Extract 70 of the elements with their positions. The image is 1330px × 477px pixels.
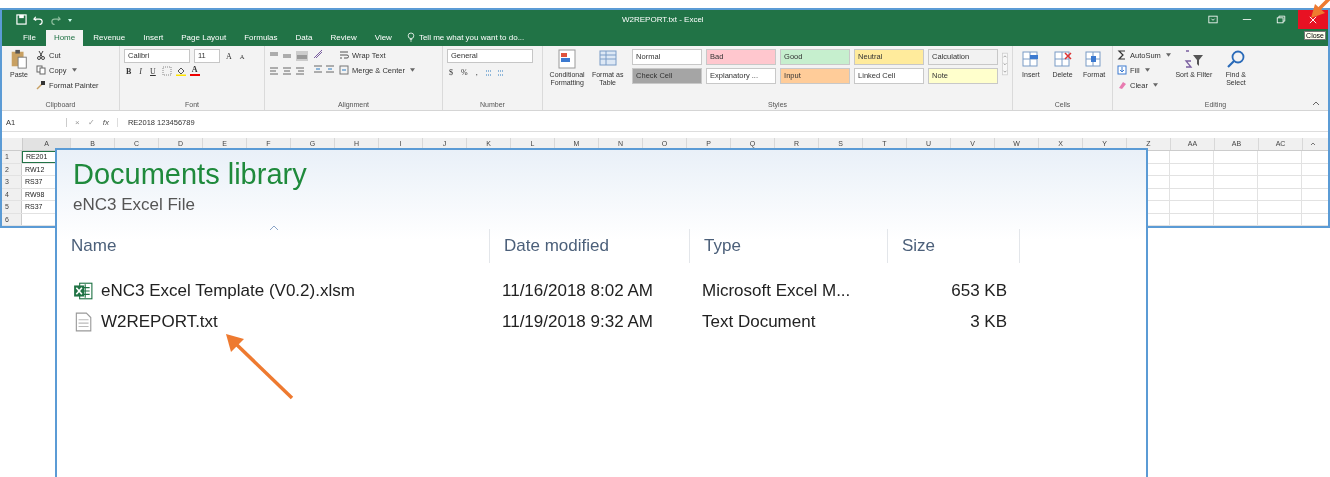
magnifier-icon: [1225, 49, 1246, 69]
column-header[interactable]: Size: [888, 229, 1020, 263]
date-modified-text: 11/19/2018 9:32 AM: [501, 311, 654, 332]
save-icon[interactable]: [16, 14, 27, 25]
ribbon-tab[interactable]: Insert: [135, 30, 172, 46]
ribbon-tab[interactable]: Page Layout: [173, 30, 235, 46]
currency-button[interactable]: $: [447, 67, 455, 77]
file-type-text: Text Document: [701, 311, 817, 332]
ribbon-tab[interactable]: Data: [287, 30, 321, 46]
tell-me-field[interactable]: Tell me what you want to do...: [418, 33, 525, 46]
file-size-text: 653 KB: [950, 280, 1007, 301]
ribbon-tab[interactable]: Formulas: [236, 30, 286, 46]
ribbon-tab[interactable]: View: [366, 30, 400, 46]
indent-icons[interactable]: [313, 64, 335, 74]
underline-button[interactable]: U: [148, 66, 158, 76]
collapse-ribbon-icon[interactable]: [1312, 100, 1320, 106]
top-align-icons[interactable]: [269, 51, 309, 61]
restore-icon[interactable]: [1276, 15, 1286, 24]
ribbon-tab[interactable]: Revenue: [85, 30, 134, 46]
grid-icon: [1052, 49, 1073, 69]
percent-button[interactable]: %: [459, 67, 470, 77]
undo-icon[interactable]: [33, 14, 44, 25]
lightbulb-icon: [406, 32, 415, 42]
wrap-text-icon: [339, 50, 349, 60]
funnel-icon: [1183, 49, 1204, 69]
library-title: Documents library: [73, 158, 308, 191]
ribbon-tab[interactable]: File: [15, 30, 44, 46]
file-size-text: 3 KB: [969, 311, 1007, 332]
scissors-icon: [36, 50, 46, 60]
file-type-text: Microsoft Excel M...: [701, 280, 852, 301]
ribbon-tab[interactable]: Review: [322, 30, 365, 46]
insert-function-button[interactable]: fx: [102, 117, 109, 127]
clipboard-icon: [9, 49, 29, 69]
italic-button[interactable]: I: [137, 66, 144, 76]
caret-icon: [1144, 68, 1150, 72]
bold-button[interactable]: B: [124, 66, 134, 76]
caret-icon: [71, 68, 77, 72]
file-name[interactable]: W2REPORT.txt: [101, 311, 218, 332]
down-arrow-icon: [1117, 65, 1127, 75]
comma-button[interactable]: ,: [473, 67, 480, 77]
redo-icon[interactable]: [50, 14, 61, 25]
caret-icon: [1165, 53, 1171, 57]
caret-icon: [1152, 83, 1158, 87]
caret-icon: [409, 68, 415, 72]
ribbon-tab[interactable]: Home: [45, 30, 84, 46]
copy-icon: [36, 65, 46, 75]
paintbrush-icon: [36, 80, 46, 90]
column-header[interactable]: Date modified: [490, 229, 690, 263]
orientation-icon[interactable]: [313, 49, 323, 59]
scroll-up-icon[interactable]: [1309, 140, 1317, 148]
column-header[interactable]: Type: [690, 229, 888, 263]
bar-table-icon: [557, 49, 578, 69]
merge-icon: [339, 65, 349, 75]
window-title: W2REPORT.txt - Excel: [622, 15, 704, 24]
grow-font-button[interactable]: A: [224, 51, 234, 61]
table-icon: [597, 49, 618, 69]
text-file-icon: [73, 311, 93, 332]
sigma-icon: [1117, 50, 1127, 60]
ribbon-display-icon[interactable]: [1208, 15, 1218, 24]
customize-icon[interactable]: [67, 16, 73, 23]
date-modified-text: 11/16/2018 8:02 AM: [501, 280, 654, 301]
grid-icon: [1020, 49, 1041, 69]
library-subtitle: eNC3 Excel File: [73, 195, 196, 215]
column-header[interactable]: Name: [57, 229, 490, 263]
file-name[interactable]: eNC3 Excel Template (V0.2).xlsm: [101, 280, 355, 301]
eraser-icon: [1117, 80, 1127, 90]
spreadsheet-file-icon: [73, 280, 93, 301]
fill-color-icon[interactable]: [175, 66, 186, 76]
close-icon: [1309, 15, 1317, 24]
font-color-button[interactable]: A: [189, 66, 200, 76]
